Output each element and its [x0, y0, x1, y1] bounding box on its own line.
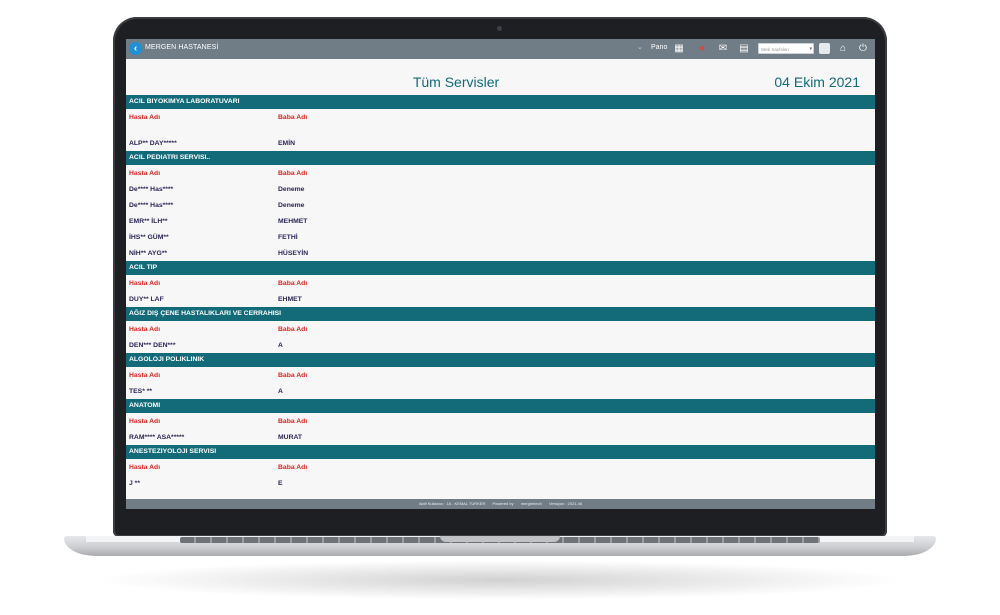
- section-header: ANESTEZIYOLOJI SERVISI: [126, 445, 875, 459]
- section-header: ACIL PEDIATRI SERVISI..: [126, 151, 875, 165]
- camera-icon: [497, 26, 502, 31]
- father-name: FETHİ: [278, 234, 298, 241]
- patient-name: DUY** LAF: [129, 296, 164, 303]
- father-name: EHMET: [278, 296, 302, 303]
- patient-column-header: Hasta Adı: [129, 418, 161, 425]
- table-row[interactable]: ALP** DAY***** EMİN: [126, 135, 875, 151]
- web-pages-select-value: Web Sayfaları: [761, 47, 790, 52]
- page-date: 04 Ekim 2021: [774, 74, 860, 90]
- web-pages-select[interactable]: Web Sayfaları ▾: [758, 43, 814, 54]
- table-row[interactable]: İHS** GÜM** FETHİ: [126, 229, 875, 245]
- square-button[interactable]: [819, 43, 830, 54]
- father-column-header: Baba Adı: [278, 372, 308, 379]
- table-row[interactable]: De**** Has**** Deneme: [126, 181, 875, 197]
- column-header-row: Hasta Adı Baba Adı: [126, 413, 875, 429]
- user-icon[interactable]: ●: [696, 43, 708, 55]
- column-header-row: Hasta Adı Baba Adı: [126, 459, 875, 475]
- patient-column-header: Hasta Adı: [129, 280, 161, 287]
- patient-column-header: Hasta Adı: [129, 464, 161, 471]
- father-name: E: [278, 480, 283, 487]
- table-row[interactable]: De**** Has**** Deneme: [126, 197, 875, 213]
- table-row[interactable]: RAM**** ASA***** MURAT: [126, 429, 875, 445]
- patient-column-header: Hasta Adı: [129, 170, 161, 177]
- patient-name: EMR** İLH**: [129, 218, 168, 225]
- footer-version: Versiyon : 2021.46: [548, 501, 583, 506]
- father-name: EMİN: [278, 140, 295, 147]
- father-column-header: Baba Adı: [278, 418, 308, 425]
- father-name: HÜSEYİN: [278, 250, 309, 257]
- table-row[interactable]: DEN*** DEN*** A: [126, 337, 875, 353]
- father-name: MEHMET: [278, 218, 308, 225]
- father-column-header: Baba Adı: [278, 464, 308, 471]
- column-header-row: Hasta Adı Baba Adı: [126, 321, 875, 337]
- table-row[interactable]: J ** E: [126, 475, 875, 491]
- section-header: ALGOLOJI POLIKLINIK: [126, 353, 875, 367]
- footer-powered: Powered by: [492, 501, 514, 506]
- patient-name: De**** Has****: [129, 202, 174, 209]
- page-title: Tüm Servisler: [412, 74, 500, 90]
- section-header: AĞIZ DIŞ ÇENE HASTALIKLARI VE CERRAHISI: [126, 307, 875, 321]
- mail-icon[interactable]: ✉: [717, 43, 729, 55]
- father-name: A: [278, 342, 283, 349]
- laptop-notch: [440, 536, 560, 542]
- report-icon[interactable]: ▤: [738, 43, 750, 55]
- table-row[interactable]: DUY** LAF EHMET: [126, 291, 875, 307]
- patient-name: RAM**** ASA*****: [129, 434, 185, 441]
- section-header: ANATOMI: [126, 399, 875, 413]
- father-column-header: Baba Adı: [278, 280, 308, 287]
- service-sections: ACIL BIYOKIMYA LABORATUVARI Hasta Adı Baba…: [126, 95, 875, 491]
- calendar-icon[interactable]: ▦: [673, 43, 685, 55]
- table-row[interactable]: EMR** İLH** MEHMET: [126, 213, 875, 229]
- patient-column-header: Hasta Adı: [129, 326, 161, 333]
- father-name: MURAT: [278, 434, 303, 441]
- patient-name: DEN*** DEN***: [129, 342, 176, 349]
- patient-name: J **: [129, 480, 140, 487]
- section-header: ACIL TIP: [126, 261, 875, 275]
- column-header-row: Hasta Adı Baba Adı: [126, 109, 875, 125]
- patient-name: ALP** DAY*****: [129, 140, 177, 147]
- home-icon[interactable]: ⌂: [837, 43, 849, 55]
- section-header: ACIL BIYOKIMYA LABORATUVARI: [126, 95, 875, 109]
- top-bar: ‹ MERGEN HASTANESİ ⌄ Pano ▦ ● ✉ ▤ Web Sa…: [126, 39, 875, 59]
- patient-name: NİH** AYG**: [129, 250, 168, 257]
- column-header-row: Hasta Adı Baba Adı: [126, 367, 875, 383]
- table-row[interactable]: NİH** AYG** HÜSEYİN: [126, 245, 875, 261]
- footer-brand: mergentech: [520, 501, 542, 506]
- patient-name: De**** Has****: [129, 186, 174, 193]
- footer: Aktif Kullanıcı : 18 - KEMAL TÜRKER Powe…: [126, 499, 875, 509]
- laptop-shadow: [95, 560, 905, 600]
- app-screen: ‹ MERGEN HASTANESİ ⌄ Pano ▦ ● ✉ ▤ Web Sa…: [126, 39, 875, 509]
- column-header-row: Hasta Adı Baba Adı: [126, 275, 875, 291]
- father-name: A: [278, 388, 283, 395]
- chevron-down-icon[interactable]: ⌄: [637, 43, 643, 51]
- chevron-down-icon: ▾: [809, 46, 812, 52]
- footer-user: Aktif Kullanıcı : 18 - KEMAL TÜRKER: [418, 501, 486, 506]
- hospital-name: MERGEN HASTANESİ: [145, 44, 219, 51]
- column-header-row: Hasta Adı Baba Adı: [126, 165, 875, 181]
- father-name: Deneme: [278, 202, 305, 209]
- patient-name: İHS** GÜM**: [129, 234, 169, 241]
- patient-name: TES* **: [129, 388, 153, 395]
- back-arrow-icon[interactable]: ‹: [129, 42, 142, 55]
- patient-column-header: Hasta Adı: [129, 372, 161, 379]
- pano-link[interactable]: Pano: [651, 44, 667, 51]
- father-column-header: Baba Adı: [278, 114, 308, 121]
- patient-column-header: Hasta Adı: [129, 114, 161, 121]
- father-name: Deneme: [278, 186, 305, 193]
- father-column-header: Baba Adı: [278, 326, 308, 333]
- father-column-header: Baba Adı: [278, 170, 308, 177]
- power-icon[interactable]: ⏻: [857, 43, 869, 55]
- table-row[interactable]: TES* ** A: [126, 383, 875, 399]
